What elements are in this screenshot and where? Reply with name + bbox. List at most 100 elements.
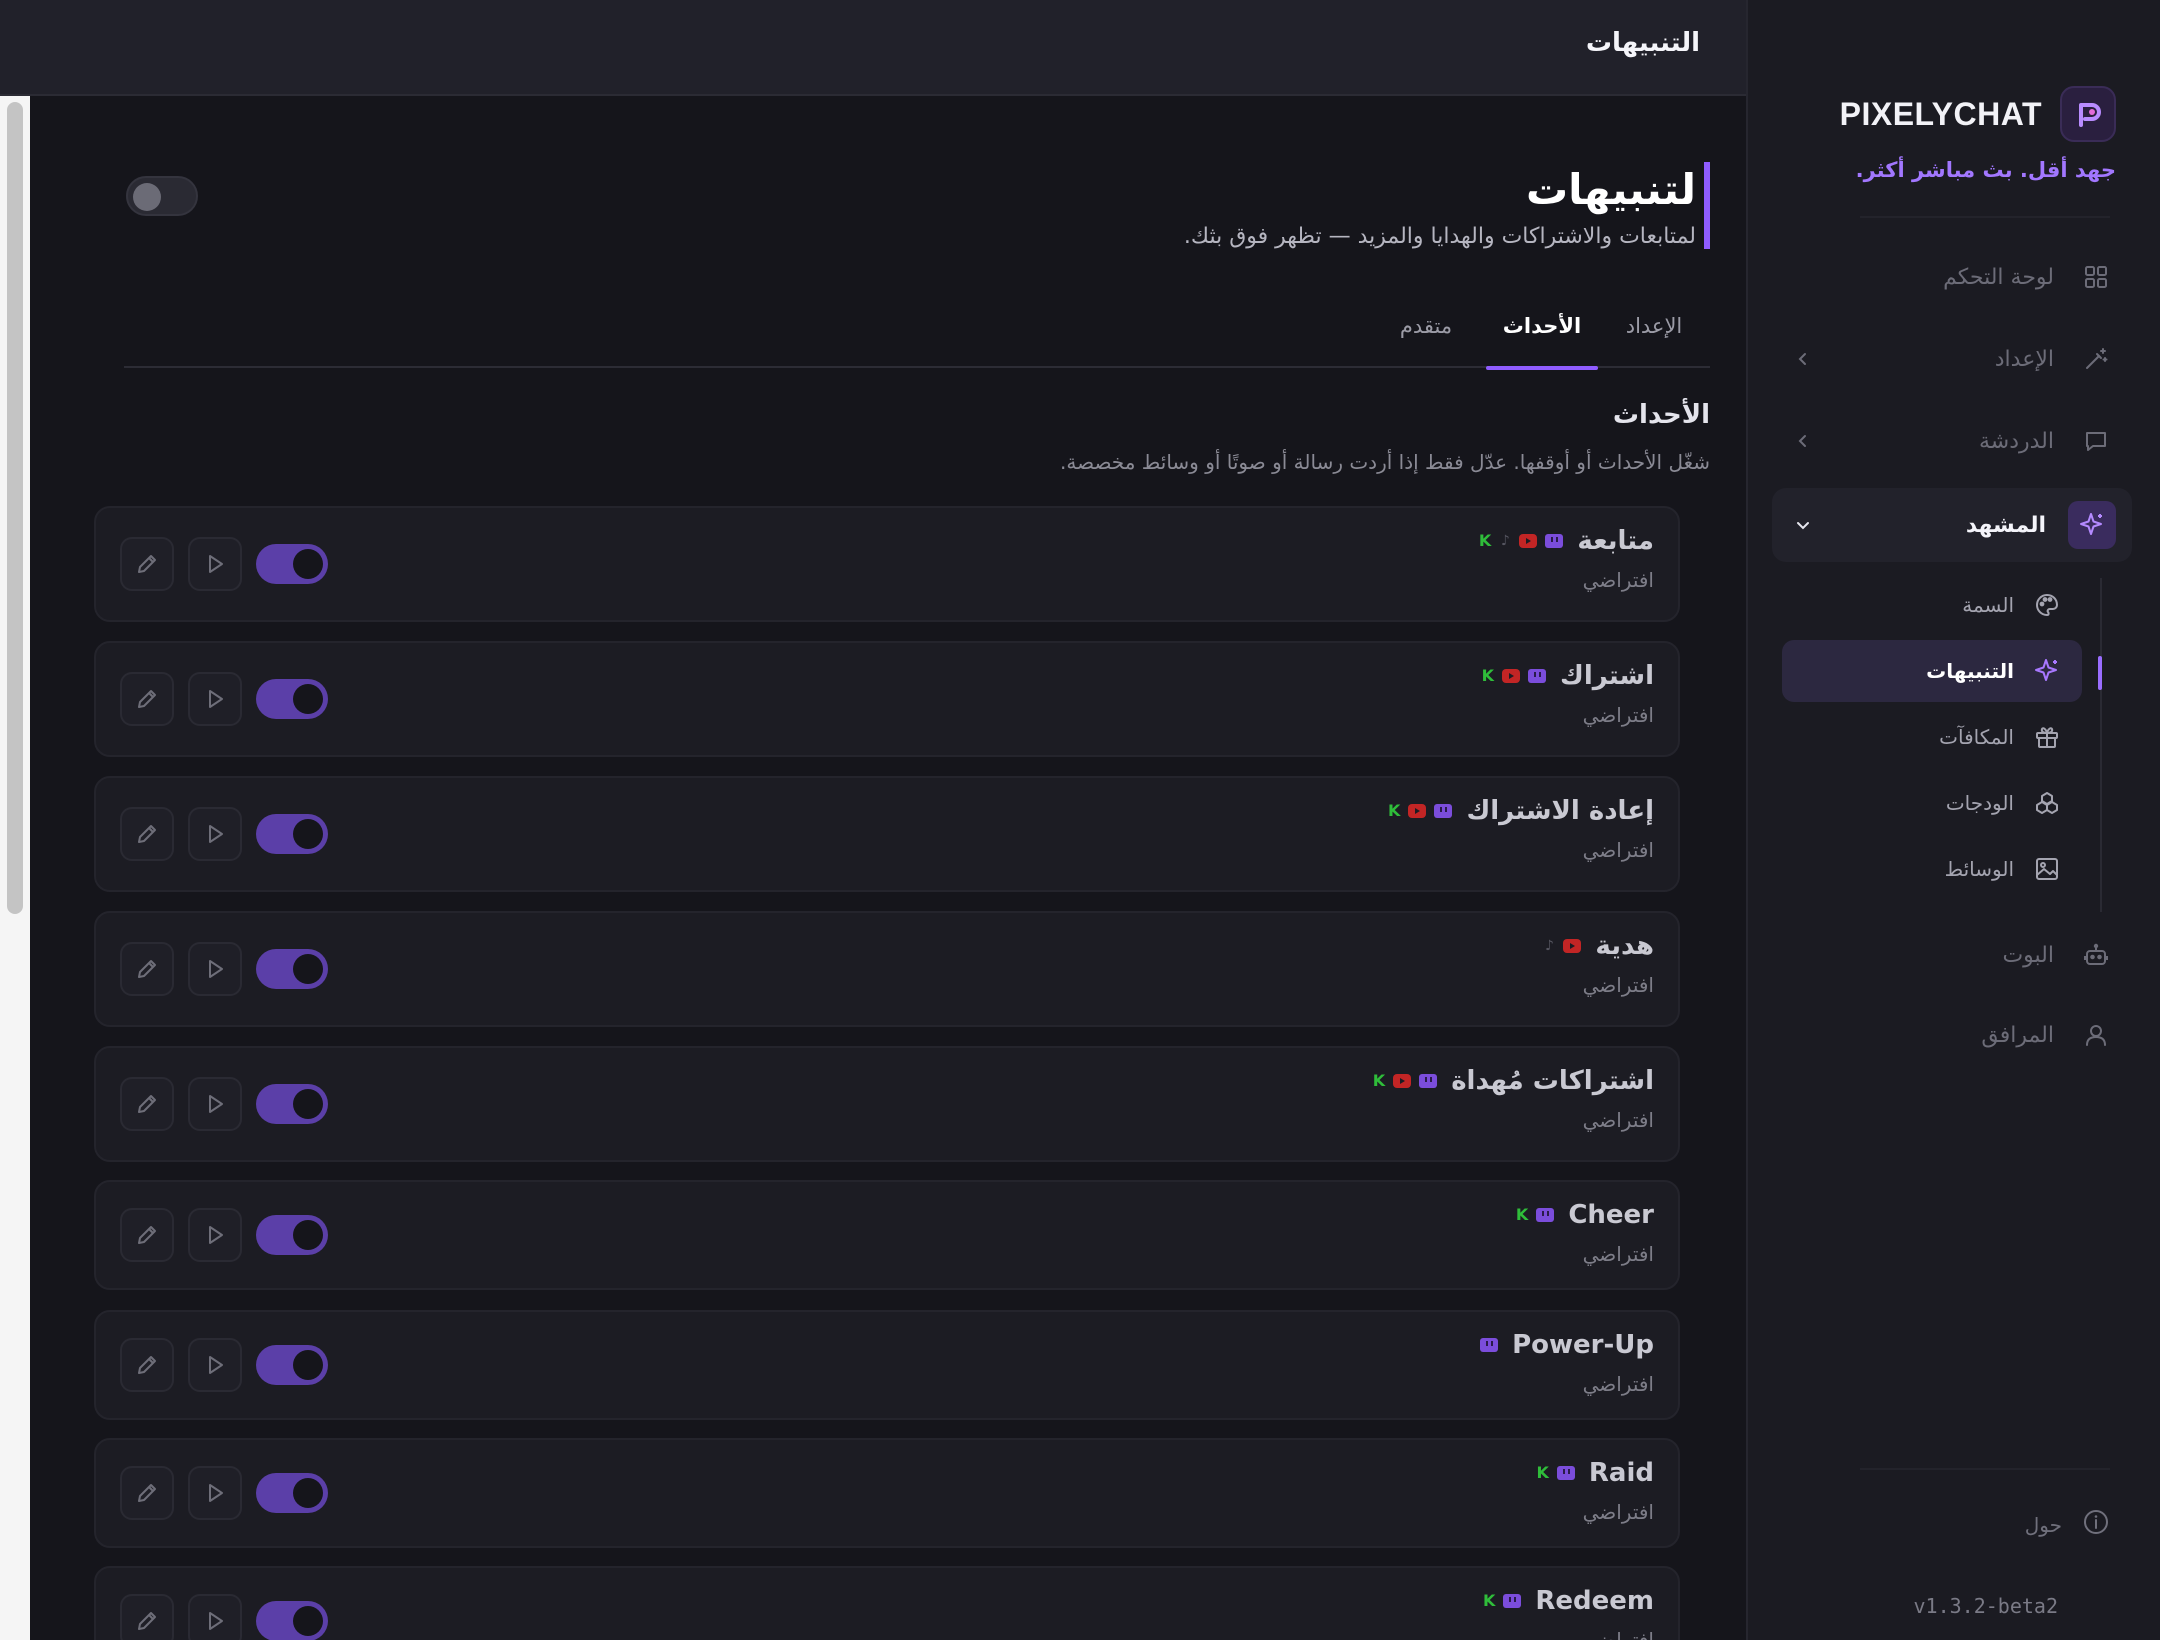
toggle-knob <box>293 1350 323 1380</box>
event-enabled-toggle[interactable] <box>256 1215 328 1255</box>
sidebar-subitem-label: المكافآت <box>1939 725 2014 749</box>
event-state: افتراضي <box>1582 838 1654 862</box>
edit-button[interactable] <box>120 1077 174 1131</box>
event-enabled-toggle[interactable] <box>256 544 328 584</box>
platform-icons: ♪ <box>1543 938 1582 954</box>
preview-play-button[interactable] <box>188 942 242 996</box>
tab-events[interactable]: الأحداث <box>1486 312 1598 370</box>
kick-icon: K <box>1515 1205 1529 1224</box>
preview-play-button[interactable] <box>188 1077 242 1131</box>
sidebar-item-setup[interactable]: الإعداد <box>1772 322 2132 396</box>
preview-play-button[interactable] <box>188 807 242 861</box>
youtube-icon <box>1501 669 1520 683</box>
event-controls <box>120 537 328 591</box>
event-name: اشتراكات مُهداة <box>1451 1066 1654 1096</box>
tiktok-icon: ♪ <box>1500 533 1510 549</box>
sidebar-subitem-theme[interactable]: السمة <box>1782 574 2082 636</box>
sidebar-divider <box>1860 1468 2110 1470</box>
kick-icon: K <box>1536 1463 1549 1482</box>
event-info: اشتراكات مُهداة K افتراضي <box>1369 1066 1654 1132</box>
sidebar-item-utilities[interactable]: المرافق <box>1772 998 2132 1072</box>
event-enabled-toggle[interactable] <box>256 1084 328 1124</box>
event-controls <box>120 1466 328 1520</box>
toggle-knob <box>293 1478 323 1508</box>
event-card: هدية ♪ افتراضي <box>94 911 1680 1027</box>
brand[interactable]: PIXELYCHAT <box>1840 86 2116 142</box>
sidebar-subitem-widgets[interactable]: الودجات <box>1782 772 2082 834</box>
sidebar-divider <box>1860 216 2110 218</box>
app-window: PIXELYCHAT جهد أقل. بث مباشر أكثر. لوحة … <box>0 0 2160 1640</box>
chevron-down-icon <box>1788 510 1818 540</box>
event-enabled-toggle[interactable] <box>256 1473 328 1513</box>
tiktok-icon: ♪ <box>1544 938 1554 954</box>
toggle-knob <box>293 684 323 714</box>
youtube-icon <box>1393 1074 1412 1088</box>
pencil-icon <box>138 1612 156 1630</box>
edit-button[interactable] <box>120 807 174 861</box>
sidebar-subitem-media[interactable]: الوسائط <box>1782 838 2082 900</box>
edit-button[interactable] <box>120 1338 174 1392</box>
preview-play-button[interactable] <box>188 1208 242 1262</box>
play-icon <box>209 960 223 978</box>
event-state: افتراضي <box>1582 1500 1654 1524</box>
info-icon <box>2082 1508 2110 1541</box>
youtube-icon <box>1519 534 1538 548</box>
edit-button[interactable] <box>120 672 174 726</box>
event-info: اشتراك K افتراضي <box>1478 661 1654 727</box>
preview-play-button[interactable] <box>188 1466 242 1520</box>
sidebar-item-dashboard[interactable]: لوحة التحكم <box>1772 240 2132 314</box>
event-name: هدية <box>1595 931 1654 961</box>
edit-button[interactable] <box>120 537 174 591</box>
play-icon <box>209 1095 223 1113</box>
event-name-row: اشتراك K <box>1478 661 1654 691</box>
edit-button[interactable] <box>120 1208 174 1262</box>
pencil-icon <box>138 690 156 708</box>
event-enabled-toggle[interactable] <box>256 679 328 719</box>
sidebar-item-label: المرافق <box>1981 1022 2054 1048</box>
chevron-left-icon <box>1788 426 1818 456</box>
sidebar-subitem-rewards[interactable]: المكافآت <box>1782 706 2082 768</box>
chevron-left-icon <box>1788 344 1818 374</box>
tab-setup[interactable]: الإعداد <box>1598 312 1710 368</box>
preview-play-button[interactable] <box>188 537 242 591</box>
active-indicator <box>2098 656 2102 690</box>
tabs: الإعداد الأحداث متقدم <box>124 312 1710 370</box>
sidebar-subitem-label: السمة <box>1962 593 2014 617</box>
about-label: حول <box>2024 1512 2062 1537</box>
edit-button[interactable] <box>120 942 174 996</box>
sidebar-item-bot[interactable]: البوت <box>1772 918 2132 992</box>
edit-button[interactable] <box>120 1466 174 1520</box>
page-subtitle: لمتابعات والاشتراكات والهدايا والمزيد — … <box>1183 224 1696 249</box>
preview-play-button[interactable] <box>188 1338 242 1392</box>
event-state: افتراضي <box>1582 568 1654 592</box>
sidebar-item-scene[interactable]: المشهد <box>1772 488 2132 562</box>
tab-advanced[interactable]: متقدم <box>1378 312 1474 368</box>
event-enabled-toggle[interactable] <box>256 949 328 989</box>
event-controls <box>120 1594 328 1640</box>
edit-button[interactable] <box>120 1594 174 1640</box>
page-header: لتنبيهات لمتابعات والاشتراكات والهدايا و… <box>1183 162 1710 249</box>
sidebar: PIXELYCHAT جهد أقل. بث مباشر أكثر. لوحة … <box>1746 0 2160 1640</box>
preview-play-button[interactable] <box>188 1594 242 1640</box>
event-name-row: هدية ♪ <box>1543 931 1654 961</box>
preview-play-button[interactable] <box>188 672 242 726</box>
sparkle-icon <box>2068 501 2116 549</box>
play-icon <box>209 1356 223 1374</box>
event-enabled-toggle[interactable] <box>256 814 328 854</box>
sidebar-item-chat[interactable]: الدردشة <box>1772 404 2132 478</box>
event-enabled-toggle[interactable] <box>256 1345 328 1385</box>
alerts-master-toggle[interactable] <box>126 176 198 216</box>
about-link[interactable]: حول <box>2025 1508 2110 1541</box>
pixelychat-logo-icon <box>2060 86 2116 142</box>
scrollbar-thumb[interactable] <box>7 102 23 914</box>
sidebar-item-label: المشهد <box>1965 512 2046 538</box>
event-controls <box>120 1208 328 1262</box>
kick-icon: K <box>1478 531 1492 550</box>
sidebar-item-label: البوت <box>2002 942 2054 968</box>
event-name-row: Power-Up <box>1480 1330 1654 1360</box>
sidebar-subitem-alerts[interactable]: التنبيهات <box>1782 640 2082 702</box>
event-enabled-toggle[interactable] <box>256 1601 328 1640</box>
events-section-description: شغّل الأحداث أو أوقفها. عدّل فقط إذا أرد… <box>1060 450 1710 474</box>
toggle-knob <box>293 1220 323 1250</box>
play-icon <box>209 690 223 708</box>
